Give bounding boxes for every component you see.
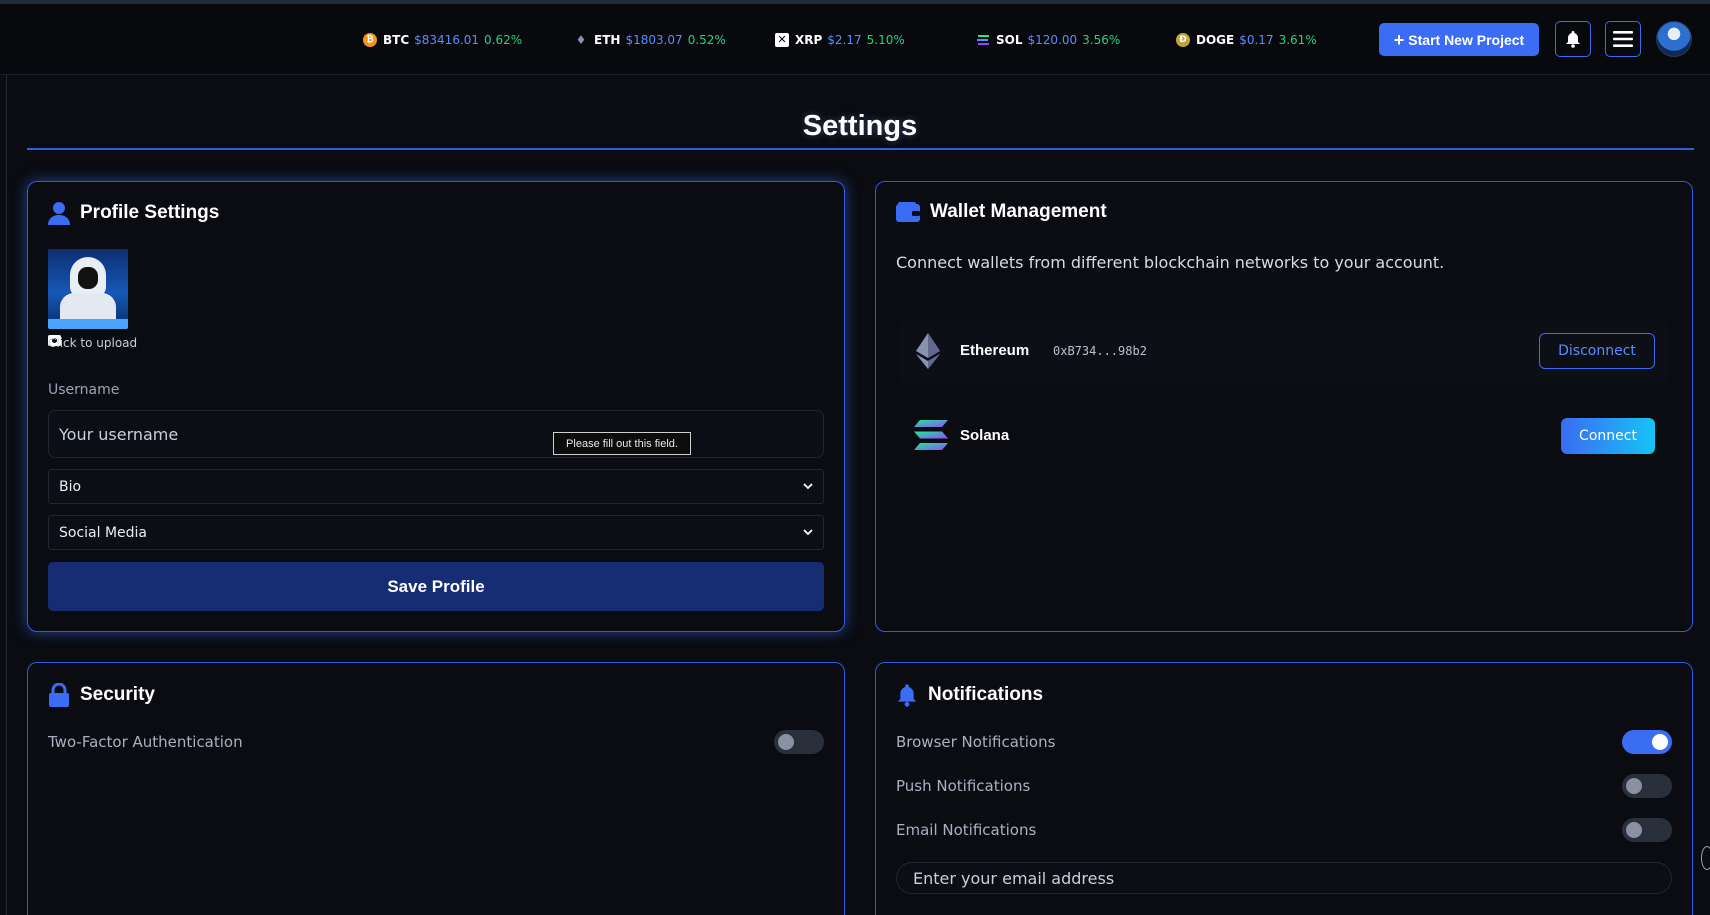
browser-notifications-toggle[interactable] — [1622, 730, 1672, 754]
ticker-doge: Ð DOGE $0.17 3.61% — [1176, 4, 1317, 75]
user-icon — [48, 202, 70, 225]
title-divider — [27, 148, 1694, 150]
wallet-name: Solana — [960, 427, 1010, 444]
two-factor-label: Two-Factor Authentication — [48, 733, 243, 751]
ticker-change: 0.62% — [484, 32, 523, 47]
menu-button[interactable] — [1605, 21, 1641, 57]
wallet-management-header: Wallet Management — [896, 201, 1107, 223]
two-factor-toggle[interactable] — [774, 730, 824, 754]
email-input[interactable]: Enter your email address — [896, 862, 1672, 894]
hamburger-icon — [1613, 31, 1633, 47]
lock-icon — [49, 683, 69, 707]
ticker-price: $120.00 — [1027, 32, 1078, 47]
avatar-desk — [48, 319, 128, 329]
bitcoin-icon: ₿ — [363, 32, 377, 47]
ticker-symbol: BTC — [383, 32, 410, 47]
toggle-knob — [1652, 734, 1668, 750]
wallet-description: Connect wallets from different blockchai… — [896, 253, 1445, 272]
browser-notifications-label: Browser Notifications — [896, 733, 1056, 751]
toggle-knob — [778, 734, 794, 750]
bio-select-label: Bio — [59, 478, 82, 495]
username-input[interactable]: Your username — [48, 410, 824, 458]
ethereum-icon — [916, 333, 940, 369]
profile-settings-title: Profile Settings — [80, 202, 220, 223]
social-media-select[interactable]: Social Media — [48, 515, 824, 550]
save-profile-button[interactable]: Save Profile — [48, 562, 824, 611]
security-header: Security — [48, 683, 155, 707]
dogecoin-icon: Ð — [1176, 32, 1190, 47]
ticker-change: 3.56% — [1082, 32, 1121, 47]
security-title: Security — [80, 684, 155, 705]
notifications-button[interactable] — [1555, 21, 1591, 57]
toggle-knob — [1626, 822, 1642, 838]
wallet-icon — [896, 202, 920, 222]
ticker-change: 0.52% — [687, 32, 726, 47]
bell-icon — [1566, 31, 1580, 48]
ticker-btc: ₿ BTC $83416.01 0.62% — [363, 4, 522, 75]
toggle-knob — [1626, 778, 1642, 794]
upload-hint[interactable]: Click to upload — [48, 336, 137, 350]
xrp-icon: ✕ — [775, 32, 789, 47]
ticker-price: $2.17 — [827, 32, 862, 47]
email-notifications-label: Email Notifications — [896, 821, 1037, 839]
scroll-handle-icon[interactable] — [1701, 846, 1710, 870]
chevron-down-icon — [803, 529, 813, 536]
avatar-face — [78, 267, 98, 289]
start-new-project-label: Start New Project — [1408, 31, 1525, 48]
page-title: Settings — [802, 110, 918, 142]
chevron-down-icon — [803, 483, 813, 490]
start-new-project-button[interactable]: + Start New Project — [1379, 23, 1539, 56]
ticker-price: $0.17 — [1239, 32, 1274, 47]
user-avatar[interactable] — [1656, 21, 1692, 57]
ticker-price: $83416.01 — [414, 32, 480, 47]
top-navbar: ₿ BTC $83416.01 0.62% ♦ ETH $1803.07 0.5… — [0, 4, 1710, 75]
wallet-management-title: Wallet Management — [930, 201, 1107, 222]
plus-icon: + — [1393, 29, 1405, 50]
profile-settings-header: Profile Settings — [48, 201, 219, 225]
ticker-change: 3.61% — [1278, 32, 1317, 47]
notifications-header: Notifications — [896, 683, 1043, 707]
disconnect-ethereum-button[interactable]: Disconnect — [1539, 333, 1655, 369]
notifications-title: Notifications — [928, 684, 1044, 705]
wallet-name: Ethereum — [960, 342, 1030, 359]
left-rail-divider — [6, 75, 7, 915]
wallet-address: 0xB734...98b2 — [1053, 344, 1147, 358]
bell-icon — [897, 684, 917, 707]
ticker-eth: ♦ ETH $1803.07 0.52% — [574, 4, 726, 75]
ticker-symbol: SOL — [996, 32, 1023, 47]
social-media-select-label: Social Media — [59, 524, 148, 541]
bio-select[interactable]: Bio — [48, 469, 824, 504]
push-notifications-toggle[interactable] — [1622, 774, 1672, 798]
validation-tooltip: Please fill out this field. — [553, 432, 691, 455]
ethereum-icon: ♦ — [575, 32, 587, 47]
ticker-symbol: DOGE — [1196, 32, 1235, 47]
wallet-row-solana: Solana — [900, 405, 1668, 469]
username-label: Username — [48, 382, 120, 398]
connect-solana-button[interactable]: Connect — [1561, 418, 1655, 454]
ticker-price: $1803.07 — [625, 32, 683, 47]
push-notifications-label: Push Notifications — [896, 777, 1031, 795]
solana-icon — [976, 33, 990, 47]
ticker-sol: SOL $120.00 3.56% — [976, 4, 1120, 75]
ticker-symbol: ETH — [594, 32, 621, 47]
email-notifications-toggle[interactable] — [1622, 818, 1672, 842]
solana-icon — [914, 420, 948, 450]
ticker-symbol: XRP — [795, 32, 823, 47]
ticker-change: 5.10% — [866, 32, 905, 47]
profile-avatar-upload[interactable] — [48, 249, 128, 329]
ticker-xrp: ✕ XRP $2.17 5.10% — [775, 4, 905, 75]
